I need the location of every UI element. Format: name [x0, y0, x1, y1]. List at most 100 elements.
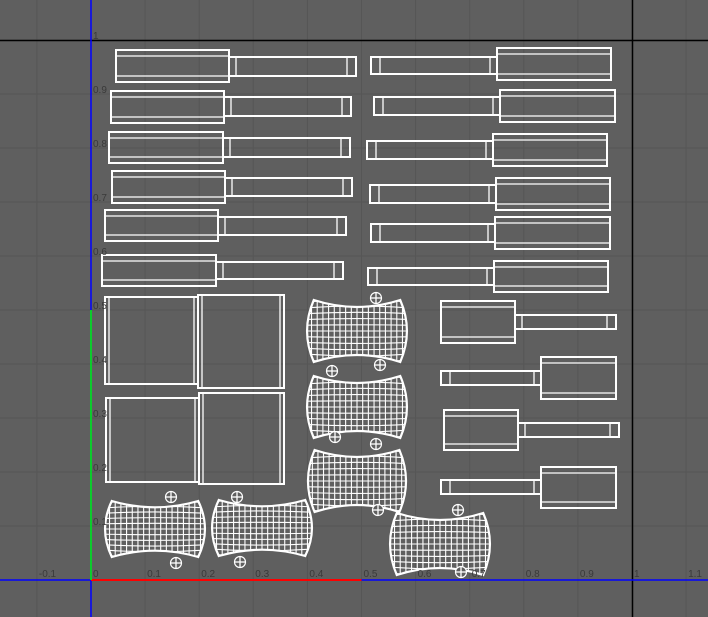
uv-island-square: [197, 294, 285, 389]
uv-island-stick: [440, 466, 617, 509]
uv-face: [110, 90, 225, 124]
uv-face: [105, 397, 200, 483]
uv-face: [495, 177, 611, 211]
uv-face: [111, 170, 226, 204]
mesh-edge: [105, 522, 205, 525]
uv-island-mesh: [306, 364, 408, 444]
mesh-edge: [390, 537, 490, 539]
y-tick-label: 0.6: [93, 247, 107, 258]
mesh-edge: [212, 521, 312, 524]
y-tick-label: 0.2: [93, 463, 107, 474]
y-tick-label: 0.4: [93, 355, 107, 366]
x-tick-label: 0.4: [309, 569, 324, 580]
pole-cap: [325, 364, 339, 378]
uv-face: [369, 184, 497, 204]
uv-island-mesh: [103, 490, 207, 570]
mesh-grid: [307, 450, 407, 512]
y-tick-label: 1: [93, 31, 99, 42]
uv-face: [499, 89, 616, 123]
uv-island-stick: [440, 300, 617, 344]
mesh-edge: [307, 474, 407, 476]
uv-face: [373, 96, 501, 116]
pole-cap: [230, 490, 244, 504]
pole-cap: [164, 490, 178, 504]
uv-face: [440, 370, 542, 386]
y-tick-label: 0.9: [93, 85, 107, 96]
uv-face: [517, 422, 620, 438]
y-tick-label: 0.7: [93, 193, 107, 204]
mesh-edge: [307, 400, 407, 402]
uv-face: [228, 56, 357, 77]
uv-face: [115, 49, 230, 83]
y-tick-label: 0.1: [93, 517, 107, 528]
pole-cap: [373, 358, 387, 372]
uv-island-square: [105, 397, 200, 483]
uv-island-stick: [370, 47, 612, 81]
mesh-edge: [105, 533, 205, 536]
pole-cap: [454, 565, 468, 579]
uv-island-stick: [104, 209, 347, 242]
pole-cap: [371, 503, 385, 517]
pole-cap: [369, 437, 383, 451]
uv-island-stick: [111, 170, 353, 204]
x-tick-label: 0.6: [417, 569, 432, 580]
mesh-grid: [212, 500, 312, 556]
x-tick-label: 0.9: [579, 569, 594, 580]
x-tick-label: 0.7: [471, 569, 486, 580]
uv-island-mesh: [306, 291, 408, 372]
uv-face: [514, 314, 617, 330]
x-tick-label: 0.8: [525, 569, 540, 580]
uv-face: [215, 261, 344, 280]
uv-face: [224, 177, 353, 197]
uv-island-square: [198, 392, 285, 485]
uv-face: [493, 260, 609, 293]
pole-cap: [369, 291, 383, 305]
uv-island-stick: [370, 216, 611, 250]
uv-face: [223, 96, 352, 117]
x-tick-label: 0.5: [363, 569, 378, 580]
mesh-grid: [307, 300, 407, 362]
pole-cap: [328, 430, 342, 444]
x-tick-label: 0.3: [255, 569, 270, 580]
uv-island-stick: [115, 49, 357, 83]
pole-cap: [233, 555, 247, 569]
pole-cap: [169, 556, 183, 570]
mesh-edge: [307, 486, 407, 488]
mesh-edge: [307, 336, 407, 338]
x-tick-label: 1.1: [688, 569, 702, 580]
y-tick-label: 0.8: [93, 139, 107, 150]
mesh-edge: [212, 532, 312, 535]
uv-island-stick: [440, 356, 617, 400]
x-tick-label: 0.1: [147, 569, 161, 580]
uv-face: [370, 223, 496, 243]
mesh-grid: [105, 501, 205, 557]
mesh-edge: [307, 412, 407, 414]
uv-face: [440, 479, 542, 495]
uv-face: [366, 140, 494, 160]
uv-face: [494, 216, 611, 250]
uv-island-stick: [369, 177, 611, 211]
uv-face: [370, 56, 498, 75]
x-tick-label: -0.1: [38, 569, 57, 580]
uv-island-mesh: [210, 490, 314, 569]
uv-island-stick: [101, 254, 344, 287]
uv-island-mesh: [306, 437, 408, 517]
x-tick-label: 0.2: [201, 569, 216, 580]
y-tick-label: 0.3: [93, 409, 107, 420]
uv-face: [198, 392, 285, 485]
x-tick-label: 1: [634, 569, 640, 580]
uv-face: [367, 267, 495, 286]
uv-island-stick: [367, 260, 609, 293]
uv-island-stick: [443, 409, 620, 451]
uv-island-stick: [373, 89, 616, 123]
uv-viewport[interactable]: -0.1 0 0.1 0.2 0.3 0.4 0.5 0.6 0.7 0.8 0.9 1 1.1 1 0.9…: [0, 0, 708, 617]
uv-face: [492, 133, 608, 167]
uv-face: [197, 294, 285, 389]
x-tick-label: 0: [93, 569, 99, 580]
y-tick-label: 0.5: [93, 301, 107, 312]
uv-face: [496, 47, 612, 81]
mesh-edge: [307, 324, 407, 326]
mesh-edge: [390, 549, 490, 551]
uv-islands: [101, 47, 620, 579]
uv-island-stick: [110, 90, 352, 124]
